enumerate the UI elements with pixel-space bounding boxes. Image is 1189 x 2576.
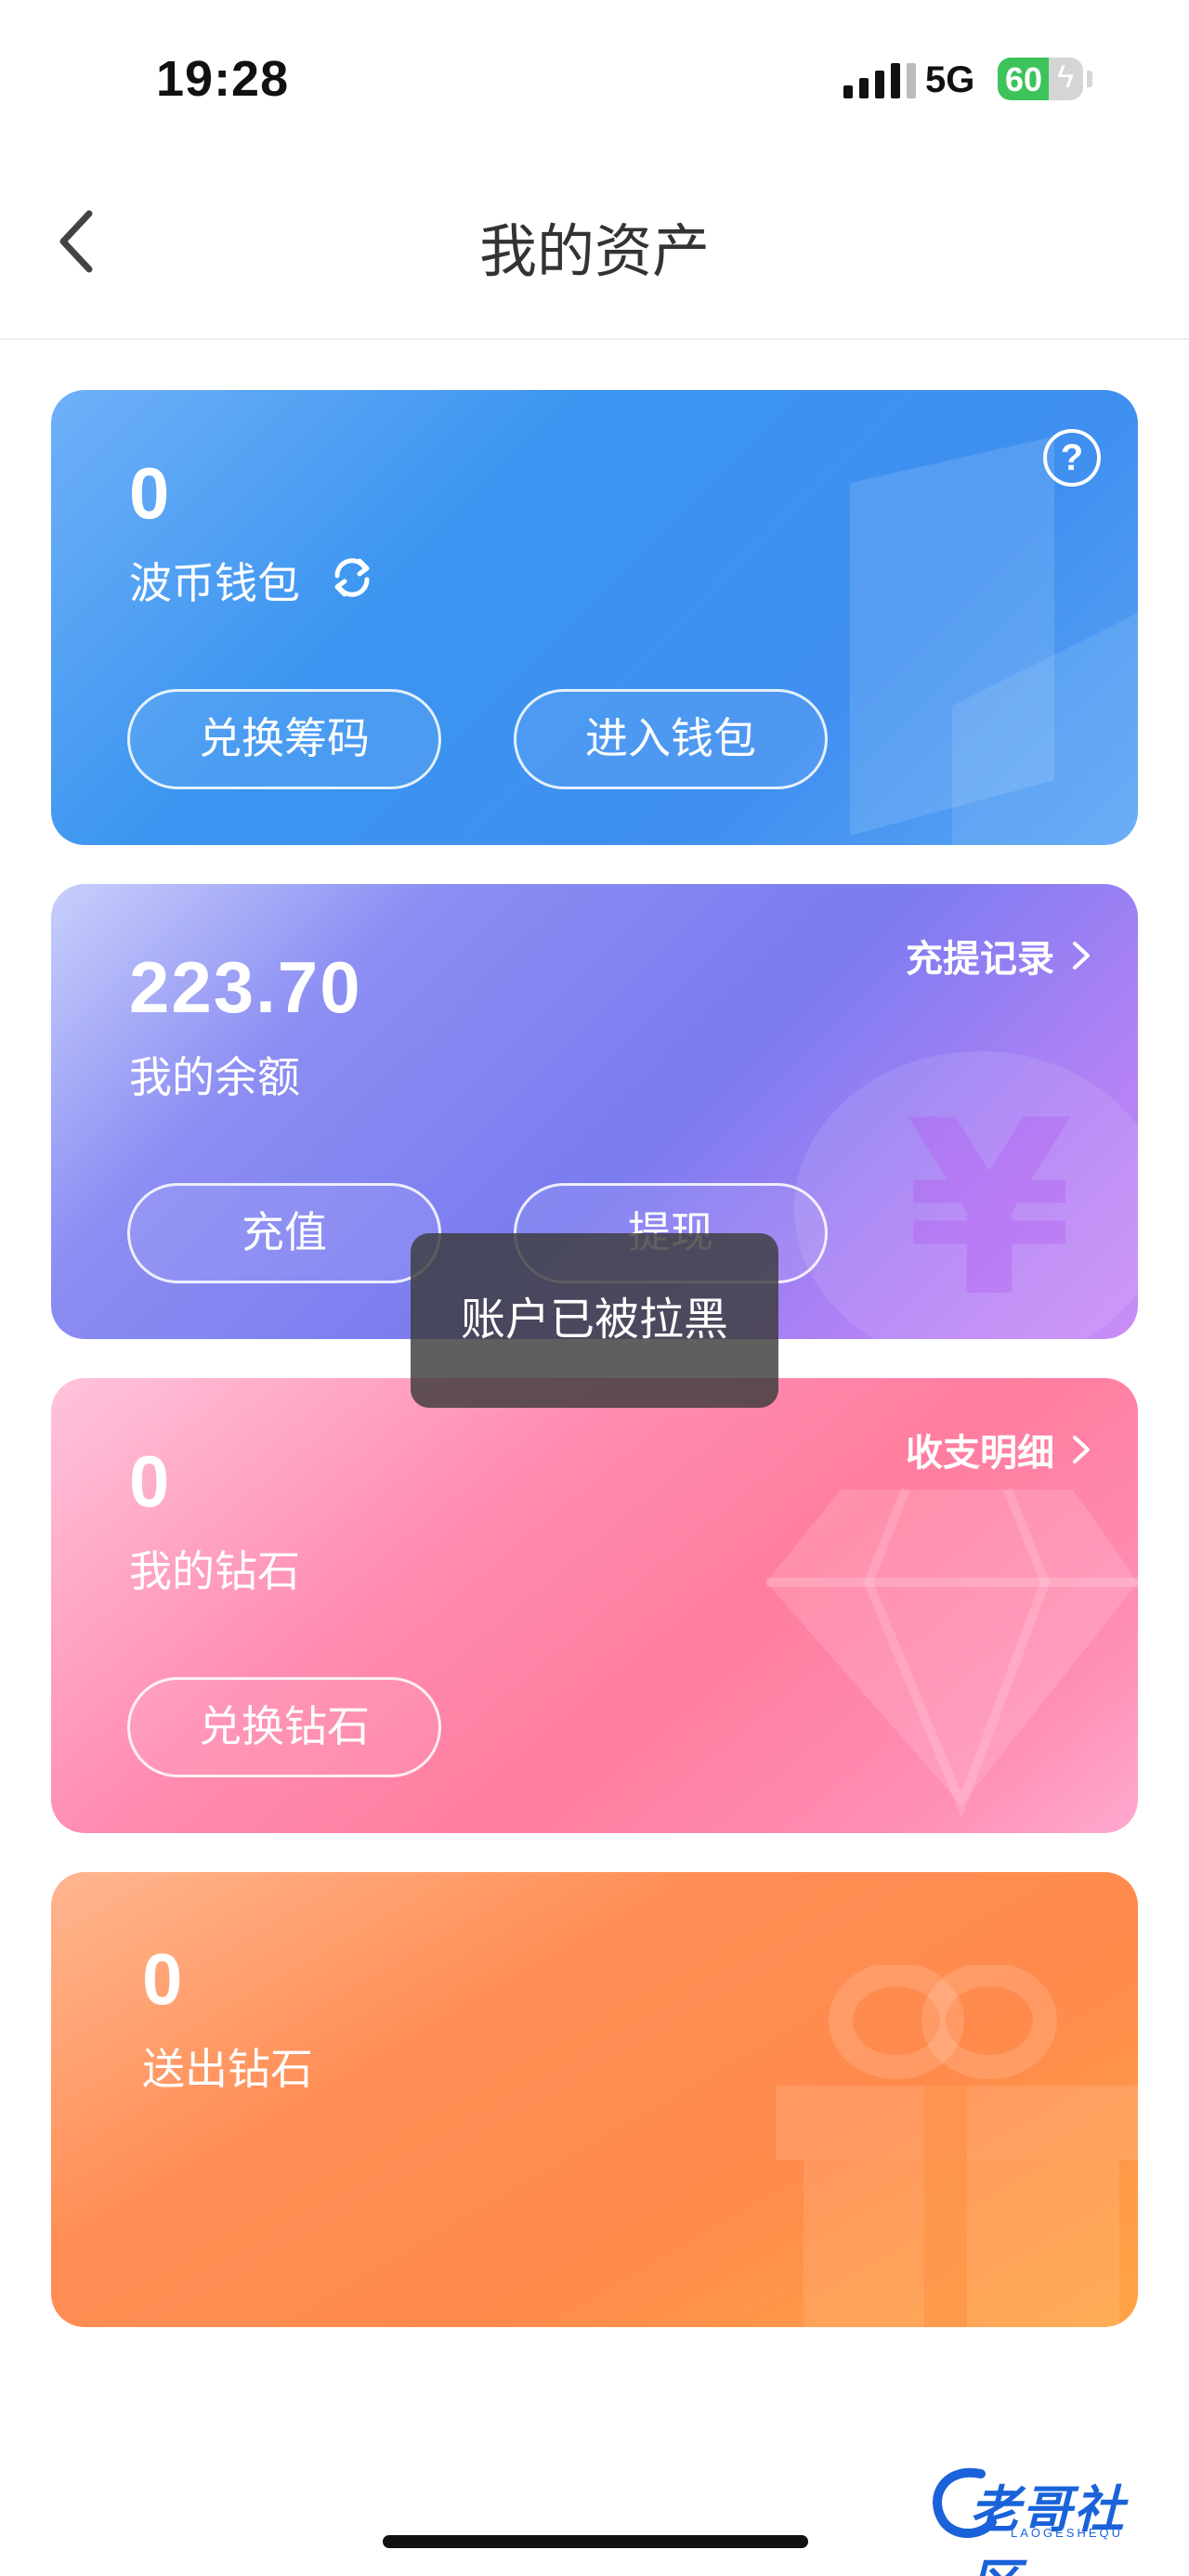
sent-diamonds-value: 0 [142,1938,185,2020]
bocoin-label: 波币钱包 [129,559,300,607]
link-label: 充提记录 [906,939,1054,980]
income-expense-details-link[interactable]: 收支明细 [906,1423,1091,1477]
balance-value: 223.70 [129,946,362,1028]
question-circle-icon[interactable]: ? [1043,429,1101,487]
balance-label: 我的余额 [129,1053,300,1101]
battery-level: 60 [1005,60,1043,98]
watermark-subtext: LAOGESHEQU [1011,2526,1124,2540]
page-title: 我的资产 [478,220,710,284]
status-time: 19:28 [156,51,290,107]
sent-diamonds-card: 0 送出钻石 [51,1872,1138,2327]
watermark-text: 老哥社区 [970,2482,1126,2576]
network-type: 5G [925,59,975,100]
bocoin-wallet-card: 0 波币钱包 ? 兑换筹码 进入钱包 [51,390,1138,845]
exchange-chips-button[interactable]: 兑换筹码 [127,689,441,789]
enter-wallet-button[interactable]: 进入钱包 [514,689,828,789]
chevron-right-icon [1073,942,1090,969]
sent-diamonds-label: 送出钻石 [142,2045,313,2093]
toast-message: 账户已被拉黑 [411,1233,778,1408]
watermark-logo: 老哥社区 LAOGESHEQU [925,2461,1176,2576]
recharge-button[interactable]: 充值 [127,1183,441,1283]
gift-decoration [776,1965,1138,2327]
home-indicator[interactable] [383,2535,808,2548]
link-label: 收支明细 [906,1433,1054,1474]
diamonds-card: 0 我的钻石 收支明细 兑换钻石 [51,1378,1138,1833]
signal-icon [843,61,916,98]
wallet-decoration [850,436,1138,845]
status-bar: 19:28 5G 60 ϟ [0,0,1189,139]
chevron-right-icon [1073,1436,1090,1464]
svg-text:¥: ¥ [906,1070,1074,1339]
diamond-decoration [766,1488,1138,1818]
money-bag-decoration: ¥ [794,1051,1138,1339]
nav-bar: 我的资产 [0,149,1189,340]
diamonds-label: 我的钻石 [129,1547,300,1595]
refresh-icon[interactable] [328,553,376,602]
exchange-diamonds-button[interactable]: 兑换钻石 [127,1677,441,1777]
battery-icon: 60 ϟ [998,58,1083,100]
recharge-withdraw-records-link[interactable]: 充提记录 [906,929,1091,982]
diamonds-value: 0 [129,1440,172,1522]
bocoin-value: 0 [129,452,172,534]
